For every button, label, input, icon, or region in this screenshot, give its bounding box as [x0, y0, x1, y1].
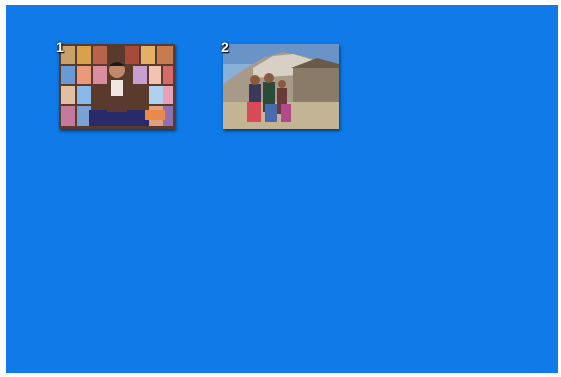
photo-thumbnail-1[interactable]: [59, 44, 175, 129]
photo-thumbnail-2[interactable]: [223, 44, 339, 129]
photo-1-image: [59, 44, 175, 129]
photo-2-image: [223, 44, 339, 129]
photo-canvas: 1 2: [6, 5, 558, 373]
photo-number-badge: 2: [221, 39, 229, 55]
photo-number-badge: 1: [56, 39, 64, 55]
